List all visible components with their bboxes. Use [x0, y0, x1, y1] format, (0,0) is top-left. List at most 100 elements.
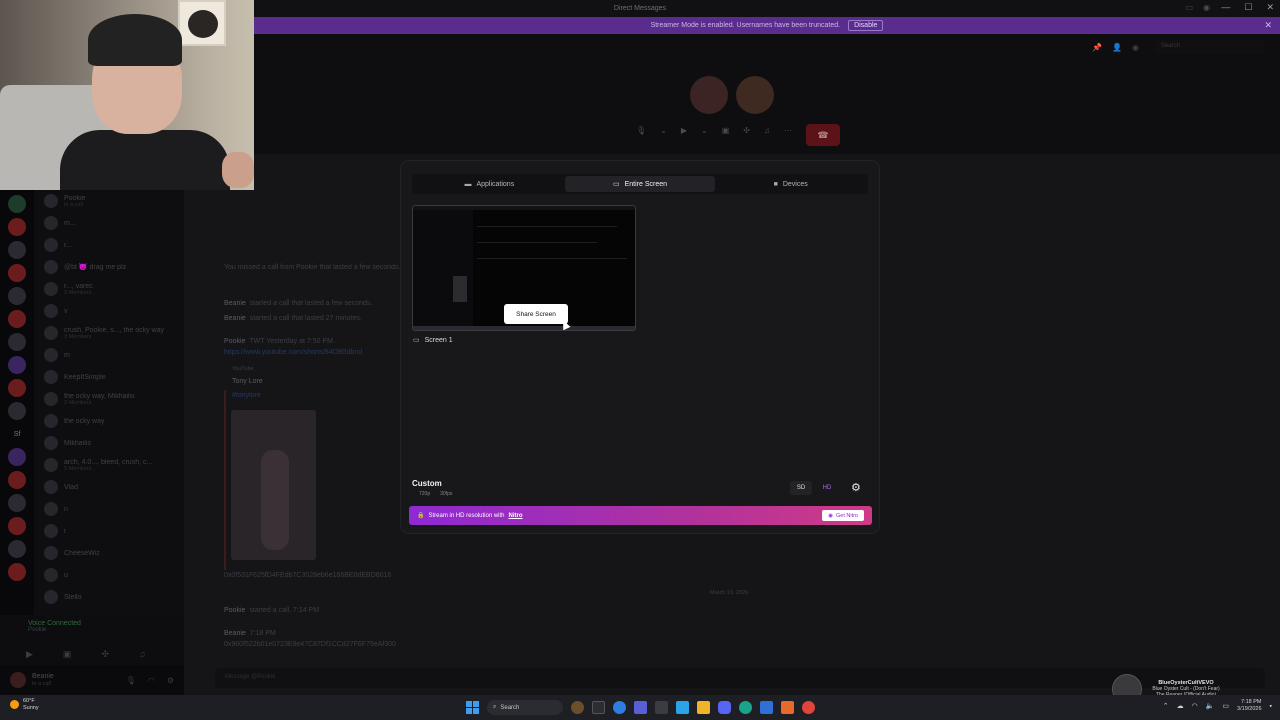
server-icon[interactable] [8, 517, 26, 535]
embed-title[interactable]: Tony Lore [232, 378, 267, 385]
server-icon[interactable] [8, 241, 26, 259]
embed-tag[interactable]: #tonylore [232, 392, 261, 399]
app-icon[interactable] [781, 701, 794, 714]
disable-streamer-mode-button[interactable]: Disable [848, 20, 884, 31]
cloud-icon[interactable]: ☁ [1177, 702, 1184, 710]
notification-icon[interactable]: ▪ [1270, 703, 1272, 710]
battery-icon[interactable]: ▭ [1222, 702, 1229, 710]
screen-preview[interactable]: Share Screen [412, 205, 636, 331]
quality-sd-button[interactable]: SD [790, 481, 812, 495]
start-button[interactable] [466, 701, 479, 714]
volume-icon[interactable]: 🔈 [1206, 702, 1215, 710]
chrome-icon[interactable] [802, 701, 815, 714]
teams-icon[interactable] [634, 701, 647, 714]
gear-icon[interactable]: ⚙ [167, 676, 174, 685]
help-icon[interactable]: ◉ [1203, 3, 1210, 12]
weather-widget[interactable]: 60°F Sunny [10, 698, 39, 712]
clock[interactable]: 7:18 PM 3/19/2026 [1237, 699, 1261, 713]
pin-icon[interactable]: 📌 [1092, 43, 1102, 52]
list-item[interactable]: Pookie In a call [34, 190, 184, 212]
server-icon[interactable] [8, 310, 26, 328]
close-icon[interactable]: ✕ [1264, 20, 1272, 31]
server-icon[interactable] [8, 218, 26, 236]
file-explorer-icon[interactable] [697, 701, 710, 714]
list-item[interactable]: @bt 😈 drag me plz [34, 256, 184, 278]
inbox-icon[interactable]: ▭ [1185, 3, 1193, 12]
server-icon[interactable] [8, 333, 26, 351]
screen-share-icon[interactable]: ▣ [722, 126, 730, 135]
server-icon[interactable] [8, 540, 26, 558]
activities-icon[interactable]: ✣ [101, 649, 109, 660]
add-member-icon[interactable]: 👤 [1112, 43, 1122, 52]
activities-icon[interactable]: ✣ [743, 126, 750, 135]
list-item[interactable]: Mikhailis [34, 432, 184, 454]
server-icon[interactable] [8, 471, 26, 489]
list-item[interactable]: v [34, 300, 184, 322]
list-item[interactable]: m... [34, 212, 184, 234]
chevron-up-icon[interactable]: ⌃ [1163, 702, 1169, 710]
nitro-link[interactable]: Nitro [509, 513, 523, 519]
close-button[interactable]: ✕ [1266, 2, 1274, 13]
avatar[interactable] [10, 672, 26, 688]
avatar[interactable] [690, 76, 728, 114]
list-item[interactable]: u [34, 564, 184, 586]
list-item[interactable]: Vlad [34, 476, 184, 498]
app-icon[interactable] [760, 701, 773, 714]
list-item[interactable]: arch, 4.0..., bleed, crush, c... 5 Member… [34, 454, 184, 476]
server-icon[interactable] [8, 379, 26, 397]
chevron-down-icon[interactable]: ⌄ [701, 126, 708, 135]
camera-icon[interactable]: ▶ [681, 126, 687, 135]
list-item[interactable]: n [34, 498, 184, 520]
edge-icon[interactable] [613, 701, 626, 714]
list-item[interactable]: the ocky way, Mikhailis 3 Members [34, 388, 184, 410]
server-icon[interactable] [8, 402, 26, 420]
avatar[interactable] [736, 76, 774, 114]
more-icon[interactable]: ⋯ [784, 126, 792, 135]
wifi-icon[interactable]: ◠ [1192, 702, 1198, 710]
list-item[interactable]: r... [34, 234, 184, 256]
tab-devices[interactable]: ■ Devices [715, 176, 866, 192]
list-item[interactable]: Stello [34, 586, 184, 608]
maximize-button[interactable]: ☐ [1244, 2, 1252, 13]
microphone-icon[interactable]: 🎙 [126, 676, 136, 685]
discord-icon[interactable] [718, 701, 731, 714]
share-screen-button[interactable]: Share Screen [504, 304, 568, 324]
server-icon[interactable] [8, 494, 26, 512]
soundboard-icon[interactable]: ♫ [139, 649, 146, 660]
profile-icon[interactable]: ◉ [1132, 43, 1139, 52]
server-icon[interactable] [8, 563, 26, 581]
tab-entire-screen[interactable]: ▭ Entire Screen [564, 176, 716, 192]
list-item[interactable]: r..., varec 3 Members [34, 278, 184, 300]
minimize-button[interactable]: — [1221, 2, 1230, 13]
microphone-icon[interactable]: 🎙 [636, 126, 646, 135]
taskbar-search[interactable]: ⌕ Search [487, 700, 563, 715]
quality-hd-button[interactable]: HD [816, 481, 838, 495]
chevron-down-icon[interactable]: ⌄ [660, 126, 667, 135]
message-input[interactable]: Message @Pookie [215, 668, 1265, 688]
headphones-icon[interactable]: ◠ [148, 676, 155, 685]
app-icon[interactable] [655, 701, 668, 714]
tab-applications[interactable]: ▬ Applications [414, 176, 565, 192]
server-icon[interactable] [8, 195, 26, 213]
voice-channel[interactable]: Pookie [28, 627, 156, 633]
soundboard-icon[interactable]: ♫ [764, 126, 770, 135]
get-nitro-button[interactable]: ◉ Get Nitro [822, 510, 864, 521]
list-item[interactable]: r [34, 520, 184, 542]
app-icon[interactable] [676, 701, 689, 714]
list-item[interactable]: CheeseWiz [34, 542, 184, 564]
list-item[interactable]: crush, Pookie, s..., the ocky way 3 Membe… [34, 322, 184, 344]
disconnect-button[interactable]: ☎ [806, 124, 840, 146]
task-view-icon[interactable] [592, 701, 605, 714]
server-icon[interactable] [8, 287, 26, 305]
list-item[interactable]: KeepItSimple [34, 366, 184, 388]
list-item[interactable]: the ocky way [34, 410, 184, 432]
server-icon[interactable] [8, 448, 26, 466]
widget-icon[interactable] [571, 701, 584, 714]
app-icon[interactable] [739, 701, 752, 714]
search-input[interactable]: Search [1154, 40, 1265, 54]
server-icon[interactable] [8, 356, 26, 374]
gear-icon[interactable]: ⚙ [851, 481, 861, 494]
server-icon[interactable]: Sf [8, 425, 26, 443]
video-thumbnail[interactable] [231, 410, 316, 560]
list-item[interactable]: m [34, 344, 184, 366]
